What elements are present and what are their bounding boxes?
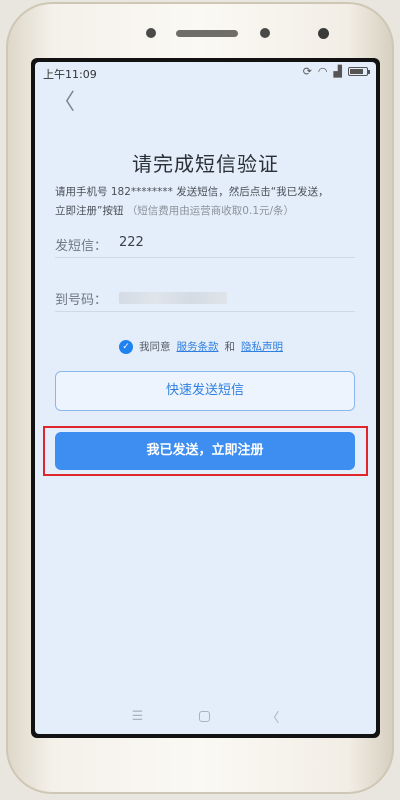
sync-icon: ⟳	[302, 65, 312, 78]
target-number-row: 到号码：	[55, 278, 355, 312]
agree-checkbox[interactable]: ✓	[119, 339, 133, 354]
app-screen: 上午11:09 ⟳ ◠ ▟ 〈 请完成短信验证 请用手机号 182*******…	[35, 62, 376, 734]
sms-content-value: 222	[119, 235, 144, 250]
back-arrow-icon[interactable]: 〈	[53, 92, 75, 114]
sms-fee-note: （短信费用由运营商收取0.1元/条）	[126, 205, 295, 217]
system-nav-bar: ☰ 〈	[35, 698, 376, 734]
terms-of-service-link[interactable]: 服务条款	[177, 339, 219, 354]
agreement-row: ✓ 我同意 服务条款 和 隐私声明	[119, 339, 283, 354]
target-number-label: 到号码：	[55, 293, 108, 308]
earpiece-speaker	[176, 30, 238, 37]
proximity-sensor	[260, 28, 270, 38]
menu-icon[interactable]: ☰	[132, 709, 144, 724]
signal-icon: ▟	[333, 65, 342, 78]
agree-prefix: 我同意	[139, 341, 171, 353]
status-icons: ⟳ ◠ ▟	[302, 65, 370, 78]
instruction-line2: 立即注册”按钮 （短信费用由运营商收取0.1元/条）	[55, 202, 360, 221]
instruction-line1: 请用手机号 182******** 发送短信，然后点击“我已发送，	[55, 186, 329, 198]
front-camera	[146, 28, 156, 38]
home-icon[interactable]	[199, 710, 211, 722]
battery-icon	[348, 67, 370, 76]
instruction-line2-main: 立即注册”按钮	[55, 205, 124, 217]
status-bar: 上午11:09 ⟳ ◠ ▟	[35, 62, 376, 82]
page-title: 请完成短信验证	[132, 152, 279, 176]
light-sensor	[318, 28, 329, 39]
confirm-register-button[interactable]: 我已发送，立即注册	[55, 432, 355, 470]
nav-back-icon[interactable]: 〈	[266, 707, 279, 726]
wifi-icon: ◠	[317, 65, 328, 78]
sms-content-row: 发短信： 222	[55, 224, 355, 258]
blurred-phone-number	[119, 292, 227, 304]
instruction-text: 请用手机号 182******** 发送短信，然后点击“我已发送， 立即注册”按…	[55, 183, 360, 221]
sms-content-label: 发短信：	[55, 239, 108, 254]
status-time: 上午11:09	[43, 68, 97, 81]
quick-send-sms-button[interactable]: 快速发送短信	[55, 371, 355, 411]
agree-and: 和	[224, 341, 236, 353]
privacy-policy-link[interactable]: 隐私声明	[241, 339, 283, 354]
